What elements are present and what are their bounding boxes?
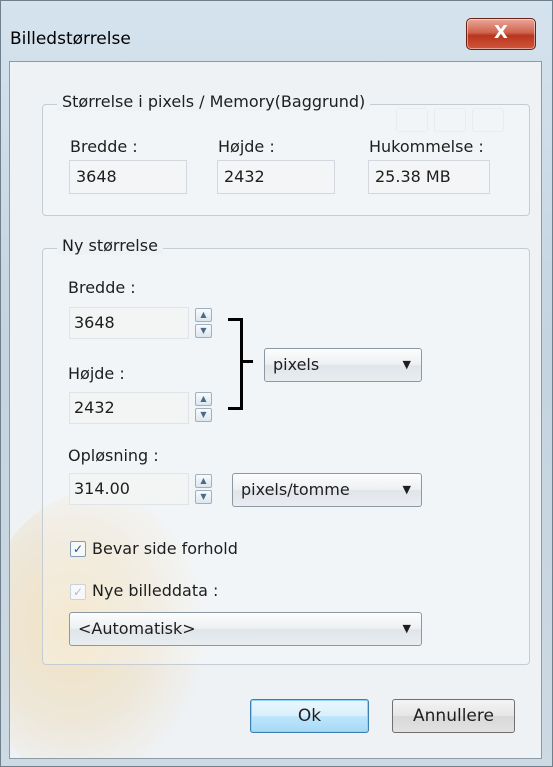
check-icon: ✓: [72, 542, 84, 556]
unit-select[interactable]: pixels ▼: [264, 348, 422, 382]
unit-select-value: pixels: [273, 355, 320, 374]
current-height-label: Højde :: [218, 137, 275, 156]
down-arrow-icon[interactable]: ▼: [195, 490, 212, 504]
title-bar[interactable]: Billedstørrelse X: [1, 1, 552, 61]
close-icon: X: [494, 22, 508, 43]
link-bracket-stem: [243, 360, 253, 363]
close-button[interactable]: X: [466, 18, 536, 50]
new-height-label: Højde :: [68, 364, 125, 383]
up-arrow-icon[interactable]: ▲: [195, 474, 212, 488]
size-memory-legend: Størrelse i pixels / Memory(Baggrund): [57, 92, 371, 111]
down-arrow-icon[interactable]: ▼: [195, 408, 212, 422]
chevron-down-icon: ▼: [402, 358, 411, 371]
ok-button[interactable]: Ok: [250, 699, 369, 733]
resolution-unit-select[interactable]: pixels/tomme ▼: [232, 473, 422, 507]
chevron-down-icon: ▼: [402, 622, 411, 635]
keep-ratio-checkbox[interactable]: ✓: [70, 541, 86, 557]
dialog-window: Billedstørrelse X Størrelse i pixels / M…: [0, 0, 553, 767]
current-height-value: 2432: [217, 160, 335, 194]
new-height-input[interactable]: 2432: [69, 392, 189, 424]
chevron-down-icon: ▼: [402, 483, 411, 496]
resolution-input[interactable]: 314.00: [69, 473, 189, 505]
down-arrow-icon[interactable]: ▼: [195, 324, 212, 338]
up-arrow-icon[interactable]: ▲: [195, 308, 212, 322]
resolution-spinner[interactable]: ▲ ▼: [195, 474, 212, 504]
window-title: Billedstørrelse: [10, 29, 131, 49]
up-arrow-icon[interactable]: ▲: [195, 392, 212, 406]
new-data-select[interactable]: <Automatisk> ▼: [69, 612, 422, 646]
new-data-select-value: <Automatisk>: [78, 619, 196, 638]
new-width-label: Bredde :: [68, 278, 136, 297]
new-height-spinner[interactable]: ▲ ▼: [195, 392, 212, 422]
check-icon: ✓: [72, 585, 84, 599]
resolution-label: Opløsning :: [68, 446, 159, 465]
resolution-unit-value: pixels/tomme: [241, 480, 350, 499]
new-width-input[interactable]: 3648: [69, 307, 189, 339]
new-size-legend: Ny størrelse: [57, 236, 163, 255]
new-width-spinner[interactable]: ▲ ▼: [195, 308, 212, 338]
current-width-label: Bredde :: [70, 137, 138, 156]
link-bracket: [228, 318, 243, 410]
memory-label: Hukommelse :: [369, 137, 484, 156]
new-data-label[interactable]: Nye billeddata :: [92, 581, 218, 600]
current-width-value: 3648: [69, 160, 187, 194]
cancel-button[interactable]: Annullere: [392, 699, 515, 733]
memory-value: 25.38 MB: [368, 160, 490, 194]
keep-ratio-label[interactable]: Bevar side forhold: [92, 539, 238, 558]
new-data-checkbox[interactable]: ✓: [70, 584, 86, 600]
dialog-client-area: Størrelse i pixels / Memory(Baggrund) Br…: [9, 61, 542, 759]
